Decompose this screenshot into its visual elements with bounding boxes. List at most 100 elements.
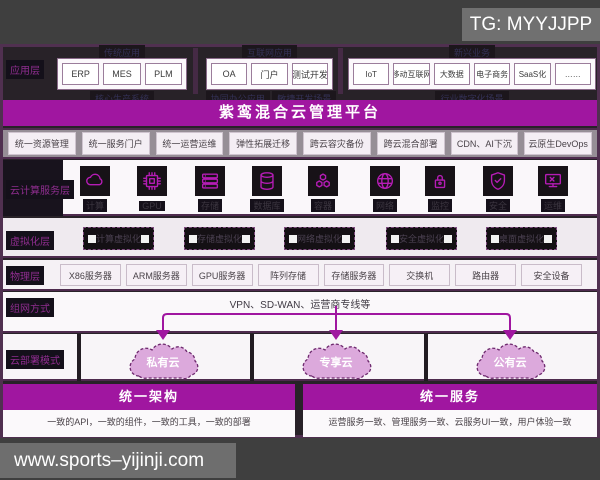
unified-architecture-panel: 统一架构 一致的API，一致的组件，一致的工具，一致的部署: [3, 384, 295, 437]
feature-box: 云原生DevOps: [524, 132, 592, 155]
service-gpu: GPU: [128, 166, 176, 214]
app-group1-title: 传统应用: [57, 45, 187, 57]
service-label: GPU: [139, 201, 165, 211]
app-box: ERP: [62, 63, 99, 85]
deployment-separator: [424, 334, 428, 381]
hardware-row: X86服务器 ARM服务器 GPU服务器 阵列存储 存储服务器 交换机 路由器 …: [60, 264, 582, 286]
app-box: SaaS化: [514, 63, 550, 85]
cloud-label: 私有云: [117, 354, 209, 370]
layer-label-application: 应用层: [6, 60, 44, 79]
service-label: 网络: [373, 199, 397, 212]
virtualization-box: 桌面虚拟化: [486, 227, 557, 250]
app-group3-panel: IoT 移动互联网 大数据 电子商务 SaaS化 ……: [348, 58, 596, 90]
chip-icon: [137, 166, 167, 196]
service-label: 运维: [541, 199, 565, 212]
app-group2-panel: OA 门户 测试开发: [206, 58, 333, 90]
service-label: 数据库: [250, 199, 283, 212]
layer-label-services: 云计算服务层: [6, 180, 74, 199]
deployment-separator: [250, 334, 254, 381]
service-ops: 运维: [529, 166, 577, 214]
app-box: PLM: [145, 63, 182, 85]
hardware-box: 安全设备: [521, 264, 582, 286]
service-network: 网络: [361, 166, 409, 214]
virtualization-box: 存储虚拟化: [184, 227, 255, 250]
hardware-box: X86服务器: [60, 264, 121, 286]
service-label: 存储: [198, 199, 222, 212]
service-label: 监控: [428, 199, 452, 212]
hardware-box: 路由器: [455, 264, 516, 286]
hexagons-icon: [308, 166, 338, 196]
service-storage: 存储: [186, 166, 234, 214]
app-box: 移动互联网: [393, 63, 429, 85]
telegram-badge: TG: MYYJJPP: [462, 8, 600, 41]
box-mark: [289, 235, 297, 243]
hardware-box: 存储服务器: [324, 264, 385, 286]
app-group2-title: 互联网应用: [206, 45, 333, 57]
service-compute: 计算: [71, 166, 119, 214]
app-box: 门户: [251, 63, 287, 85]
cloud-icon: [80, 166, 110, 196]
globe-icon: [370, 166, 400, 196]
hardware-box: 阵列存储: [258, 264, 319, 286]
panel-title: 统一服务: [303, 384, 597, 410]
cloud-label: 公有云: [464, 354, 556, 370]
box-mark: [141, 235, 149, 243]
service-monitor: 监控: [416, 166, 464, 214]
monitor-icon: [538, 166, 568, 196]
feature-box: 统一运营运维: [156, 132, 224, 155]
virtualization-box: 计算虚拟化: [83, 227, 154, 250]
service-label: 容器: [311, 199, 335, 212]
panel-description: 一致的API，一致的组件，一致的工具，一致的部署: [3, 410, 295, 437]
panel-title: 统一架构: [3, 384, 295, 410]
feature-box: CDN、AI下沉: [451, 132, 519, 155]
layer-label-hardware: 物理层: [6, 266, 44, 285]
feature-box: 统一服务门户: [82, 132, 150, 155]
feature-box: 统一资源管理: [8, 132, 76, 155]
layer-label-deployment: 云部署模式: [6, 350, 64, 369]
hardware-box: 交换机: [389, 264, 450, 286]
app-box: 大数据: [434, 63, 470, 85]
app-separator: [338, 48, 343, 94]
lock-icon: [425, 166, 455, 196]
unified-service-panel: 统一服务 运营服务一致、管理服务一致、云服务UI一致，用户体验一致: [303, 384, 597, 437]
virtualization-box: 安全虚拟化: [386, 227, 457, 250]
feature-box: 跨云容灾备份: [303, 132, 371, 155]
network-text: VPN、SD-WAN、运营商专线等: [0, 296, 600, 311]
box-mark: [444, 235, 452, 243]
database-icon: [252, 166, 282, 196]
app-box: OA: [211, 63, 247, 85]
service-database: 数据库: [243, 166, 291, 214]
service-label: 计算: [83, 199, 107, 212]
hardware-box: GPU服务器: [192, 264, 253, 286]
service-container: 容器: [299, 166, 347, 214]
box-mark: [391, 235, 399, 243]
cloud-label: 专享云: [290, 354, 382, 370]
panel-description: 运营服务一致、管理服务一致、云服务UI一致，用户体验一致: [303, 410, 597, 437]
feature-box: 弹性拓展迁移: [229, 132, 297, 155]
feature-box: 跨云混合部署: [377, 132, 445, 155]
box-mark: [491, 235, 499, 243]
box-mark: [544, 235, 552, 243]
server-stack-icon: [195, 166, 225, 196]
public-cloud: 公有云: [464, 338, 556, 388]
box-mark: [242, 235, 250, 243]
service-label: 安全: [486, 199, 510, 212]
app-box: IoT: [353, 63, 389, 85]
platform-banner-title: 紫鸾混合云管理平台: [3, 100, 597, 126]
app-box: MES: [103, 63, 140, 85]
app-group1-panel: ERP MES PLM: [57, 58, 187, 90]
features-row: 统一资源管理 统一服务门户 统一运营运维 弹性拓展迁移 跨云容灾备份 跨云混合部…: [8, 132, 592, 155]
dedicated-cloud: 专享云: [290, 338, 382, 388]
app-group3-title: 新兴业务: [348, 45, 596, 57]
virtualization-box: 网络虚拟化: [284, 227, 355, 250]
url-watermark: www.sports–yijinji.com: [0, 443, 236, 478]
app-box: 测试开发: [292, 63, 328, 85]
hardware-box: ARM服务器: [126, 264, 187, 286]
shield-icon: [483, 166, 513, 196]
private-cloud: 私有云: [117, 338, 209, 388]
box-mark: [189, 235, 197, 243]
deployment-separator: [77, 334, 81, 381]
box-mark: [88, 235, 96, 243]
app-box: 电子商务: [474, 63, 510, 85]
layer-label-virtualization: 虚拟化层: [6, 231, 54, 250]
